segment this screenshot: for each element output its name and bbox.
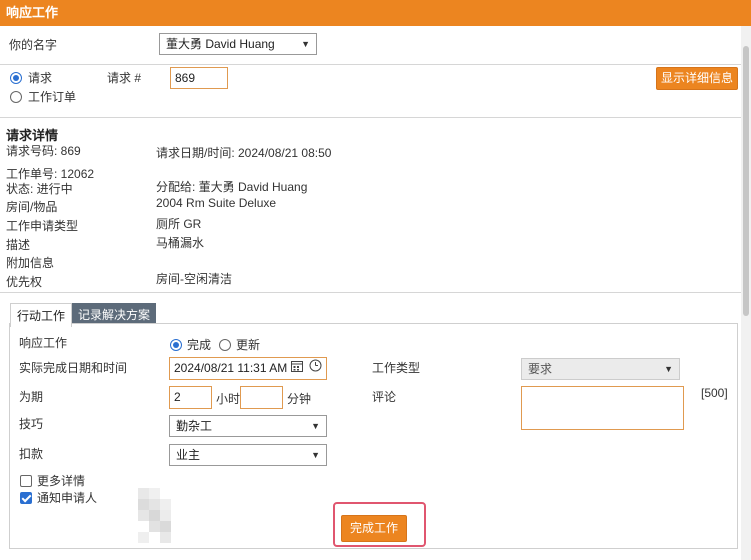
comment-char-limit: [500]: [701, 386, 728, 400]
deduction-label: 扣款: [19, 447, 44, 461]
clock-icon[interactable]: [309, 358, 322, 378]
request-number: 请求号码: 869: [6, 144, 81, 158]
radio-work-order[interactable]: [10, 91, 22, 103]
radio-work-order-label: 工作订单: [28, 90, 77, 104]
priority-label: 优先权: [6, 275, 43, 289]
calendar-icon[interactable]: [291, 358, 303, 378]
comment-textarea[interactable]: [521, 386, 684, 430]
more-details-label: 更多详情: [37, 474, 86, 488]
completion-datetime-label: 实际完成日期和时间: [19, 361, 128, 375]
notify-requester-checkbox[interactable]: [20, 492, 32, 504]
skill-label: 技巧: [19, 417, 44, 431]
more-details-checkbox[interactable]: [20, 475, 32, 487]
hours-unit: 小时: [216, 392, 241, 406]
scrollbar[interactable]: [741, 26, 751, 560]
description-label: 描述: [6, 238, 31, 252]
window-title: 响应工作: [0, 0, 751, 26]
work-type-select[interactable]: 要求 ▼: [521, 358, 680, 380]
scrollbar-thumb[interactable]: [743, 46, 749, 316]
name-select-value: 董大勇 David Huang: [166, 37, 275, 51]
chevron-down-icon: ▼: [301, 39, 310, 49]
description-value: 马桶漏水: [156, 236, 205, 250]
status: 状态: 进行中: [6, 182, 73, 196]
radio-update[interactable]: [219, 339, 231, 351]
show-details-button[interactable]: 显示详细信息: [656, 67, 738, 90]
response-label: 响应工作: [19, 336, 68, 350]
complete-work-button[interactable]: 完成工作: [341, 515, 407, 542]
name-select[interactable]: 董大勇 David Huang ▼: [159, 33, 317, 55]
completion-datetime-input[interactable]: 2024/08/21 11:31 AM: [169, 357, 327, 380]
chevron-down-icon: ▼: [311, 421, 320, 431]
deduction-select-value: 业主: [176, 448, 201, 462]
pixelated-region: [138, 488, 182, 550]
request-number-input[interactable]: 869: [170, 67, 228, 89]
extra-info-label: 附加信息: [6, 256, 55, 270]
request-number-label: 请求 #: [107, 71, 142, 85]
radio-request[interactable]: [10, 72, 22, 84]
tab-action-work[interactable]: 行动工作: [10, 303, 72, 327]
minutes-input[interactable]: [240, 386, 283, 409]
room-label: 房间/物品: [6, 200, 58, 214]
completion-datetime-value: 2024/08/21 11:31 AM: [174, 361, 288, 375]
request-datetime: 请求日期/时间: 2024/08/21 08:50: [156, 146, 332, 160]
work-type-label: 工作类型: [372, 361, 421, 375]
priority-value: 房间-空闲清洁: [156, 272, 232, 286]
deduction-select[interactable]: 业主 ▼: [169, 444, 327, 466]
room-value: 2004 Rm Suite Deluxe: [156, 196, 277, 210]
chevron-down-icon: ▼: [664, 364, 673, 374]
notify-requester-label: 通知申请人: [37, 491, 98, 505]
minutes-unit: 分钟: [287, 392, 312, 406]
chevron-down-icon: ▼: [311, 450, 320, 460]
work-type-select-value: 要求: [528, 362, 553, 376]
skill-select[interactable]: 勤杂工 ▼: [169, 415, 327, 437]
hours-input[interactable]: 2: [169, 386, 212, 409]
request-type-label: 工作申请类型: [6, 219, 79, 233]
duration-label: 为期: [19, 390, 44, 404]
skill-select-value: 勤杂工: [176, 419, 213, 433]
radio-complete[interactable]: [170, 339, 182, 351]
request-type-value: 厕所 GR: [156, 217, 202, 231]
name-label: 你的名字: [9, 38, 58, 52]
radio-request-label: 请求: [28, 71, 53, 85]
comment-label: 评论: [372, 390, 397, 404]
radio-update-label: 更新: [236, 338, 261, 352]
assigned-to: 分配给: 董大勇 David Huang: [156, 180, 308, 194]
radio-complete-label: 完成: [187, 338, 212, 352]
